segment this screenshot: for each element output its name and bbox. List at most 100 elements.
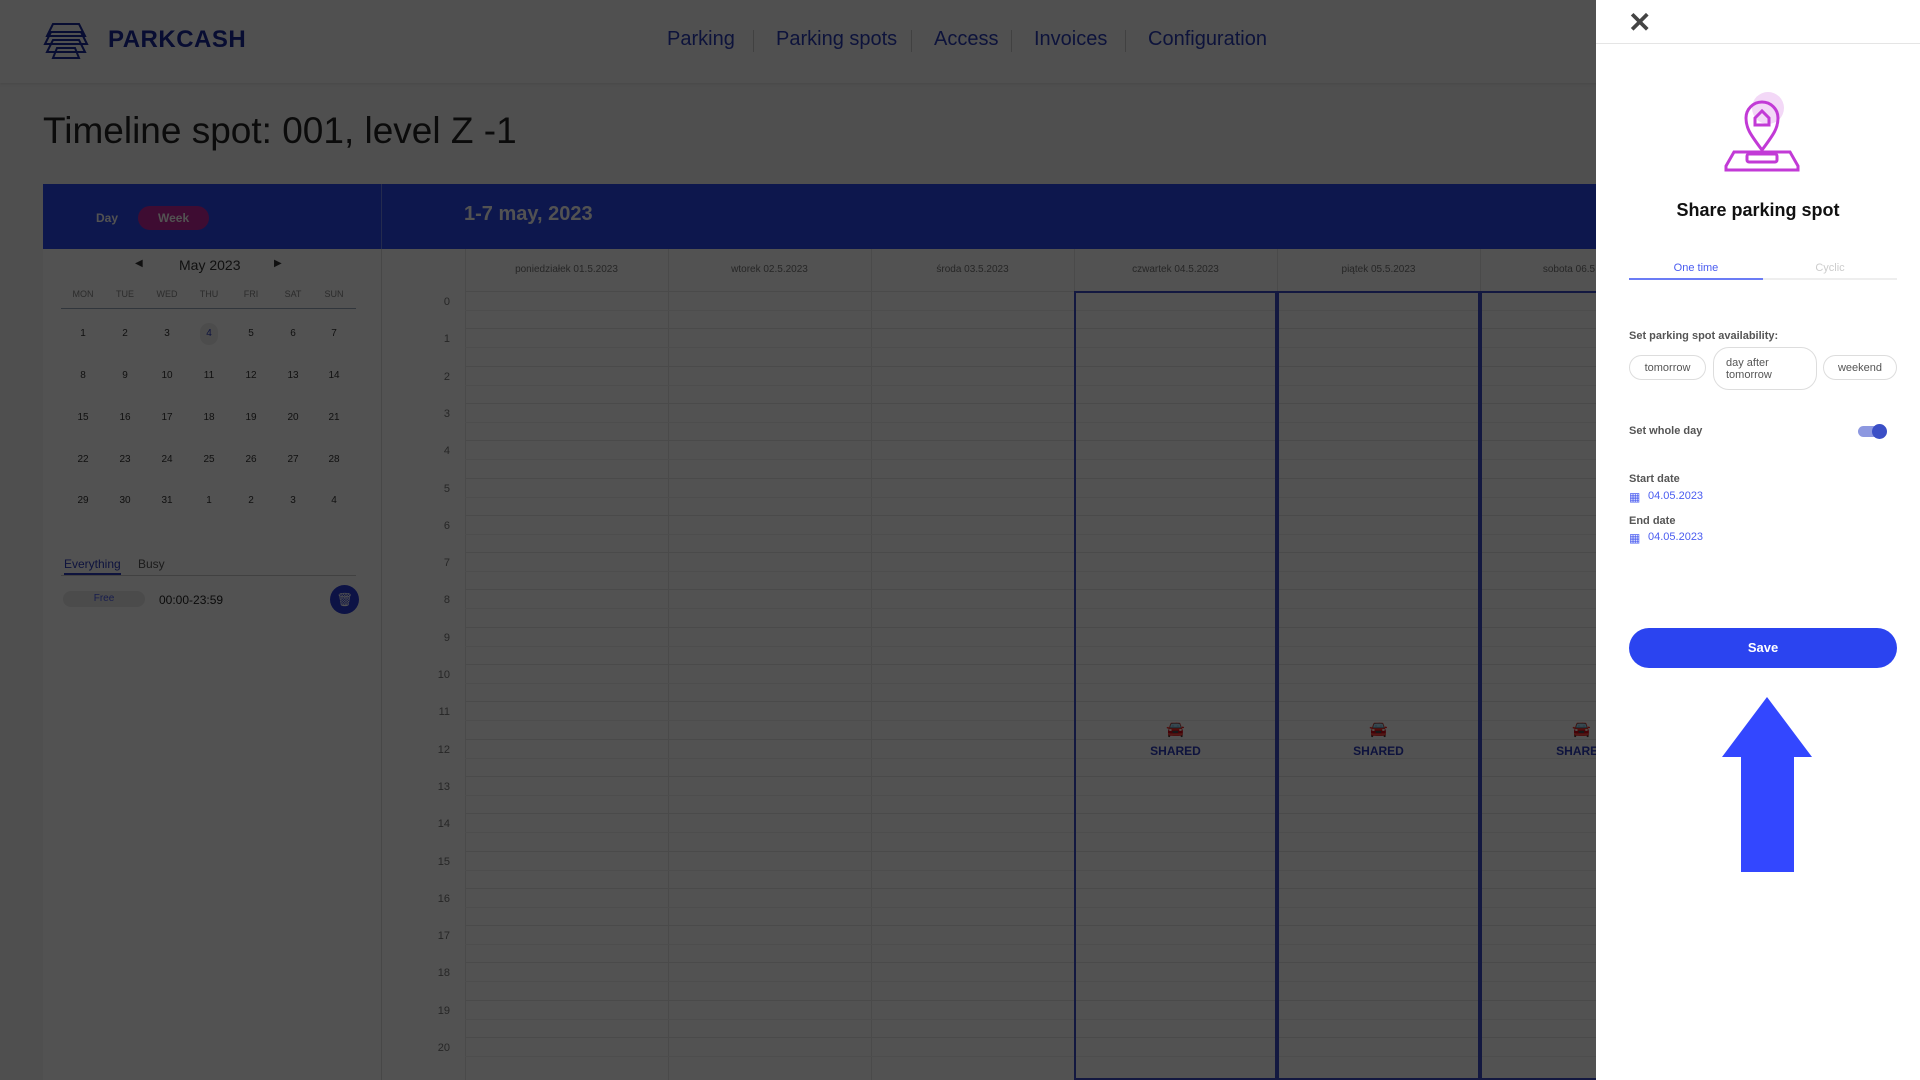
panel-title: Share parking spot [1676,200,1840,220]
calendar-day[interactable]: 12 [236,370,266,381]
calendar-day[interactable]: 20 [278,412,308,423]
day-column-header: piątek 05.5.2023 [1341,264,1416,275]
save-button[interactable]: Save [1629,628,1897,668]
day-view-button[interactable]: Day [76,206,138,230]
location-parking-icon [1724,92,1800,172]
nav-invoices[interactable]: Invoices [1034,28,1107,51]
end-date-value[interactable]: 04.05.2023 [1648,531,1703,543]
hour-label: 4 [443,445,450,458]
weekday-header: SUN [324,289,344,299]
calendar-day[interactable]: 3 [152,328,182,339]
calendar-day[interactable]: 9 [110,370,140,381]
calendar-icon[interactable]: ▦ [1629,490,1640,504]
calendar-day[interactable]: 27 [278,454,308,465]
timeline-header-band [43,184,1596,249]
availability-label: Set parking spot availability: [1629,330,1779,342]
day-column-header: sobota 06.5.2023 [1542,264,1596,275]
shared-label: SHARED [1556,744,1596,758]
tab-one-time[interactable]: One time [1629,262,1763,274]
nav-parking[interactable]: Parking [667,28,735,51]
calendar-icon[interactable]: ▦ [1629,531,1640,545]
chip-weekend[interactable]: weekend [1823,355,1897,380]
calendar-day[interactable]: 10 [152,370,182,381]
calendar-day[interactable]: 6 [278,328,308,339]
whole-day-toggle[interactable] [1858,424,1887,439]
slot-time: 00:00-23:59 [159,593,224,607]
top-header: PARKCASH Parking Parking spots Access In… [0,0,1596,83]
day-column-header: środa 03.5.2023 [936,264,1009,275]
day-column-header: czwartek 04.5.2023 [1132,264,1219,275]
calendar-day[interactable]: 2 [110,328,140,339]
calendar-day[interactable]: 18 [194,412,224,423]
hour-label: 17 [437,930,450,943]
whole-day-label: Set whole day [1629,425,1703,437]
parkcash-logo-icon [43,23,89,59]
calendar-day[interactable]: 4 [319,495,349,506]
calendar-day[interactable]: 25 [194,454,224,465]
calendar-day[interactable]: 1 [194,495,224,506]
weekday-header: TUE [116,289,134,299]
calendar-day[interactable]: 22 [68,454,98,465]
calendar-day[interactable]: 11 [194,370,224,381]
calendar-day[interactable]: 8 [68,370,98,381]
delete-icon[interactable]: 🗑 [330,585,359,614]
shared-label: SHARED [1150,744,1201,758]
hour-label: 9 [443,631,450,644]
calendar-day[interactable]: 23 [110,454,140,465]
nav-access[interactable]: Access [934,28,998,51]
tab-cyclic[interactable]: Cyclic [1763,262,1897,274]
date-range-label: 1-7 may, 2023 [464,203,593,225]
calendar-day[interactable]: 15 [68,412,98,423]
chip-tomorrow[interactable]: tomorrow [1629,355,1706,380]
calendar-day[interactable]: 24 [152,454,182,465]
hour-label: 2 [443,370,450,383]
start-date-label: Start date [1629,473,1680,485]
calendar-day[interactable]: 26 [236,454,266,465]
car-icon: 🚘 [1369,721,1388,738]
next-month-icon[interactable]: ▶ [274,258,282,269]
calendar-day[interactable]: 4 [194,328,224,339]
hour-label: 19 [437,1004,450,1017]
calendar-day[interactable]: 31 [152,495,182,506]
day-column-header: wtorek 02.5.2023 [731,264,808,275]
calendar-day[interactable]: 30 [110,495,140,506]
page-title: Timeline spot: 001, level Z -1 [43,110,517,151]
start-date-value[interactable]: 04.05.2023 [1648,490,1703,502]
tab-everything[interactable]: Everything [64,557,121,575]
calendar-day[interactable]: 1 [68,328,98,339]
hour-label: 11 [438,706,450,719]
prev-month-icon[interactable]: ◀ [135,258,143,269]
week-view-button[interactable]: Week [138,206,210,230]
tab-busy[interactable]: Busy [138,557,165,571]
calendar-day[interactable]: 17 [152,412,182,423]
hour-label: 15 [437,855,450,868]
shared-slot[interactable] [1074,291,1277,1080]
shared-slot[interactable] [1277,291,1480,1080]
shared-label: SHARED [1353,744,1404,758]
nav-parking-spots[interactable]: Parking spots [776,28,897,51]
calendar-day[interactable]: 16 [110,412,140,423]
calendar-day[interactable]: 13 [278,370,308,381]
calendar-day[interactable]: 3 [278,495,308,506]
dimmed-background-page[interactable]: PARKCASH Parking Parking spots Access In… [0,0,1596,1080]
day-column-header: poniedziałek 01.5.2023 [515,264,618,275]
calendar-day[interactable]: 21 [319,412,349,423]
calendar-day[interactable]: 5 [236,328,266,339]
brand-name: PARKCASH [108,26,247,53]
calendar-day[interactable]: 29 [68,495,98,506]
hour-label: 13 [437,780,450,793]
nav-configuration[interactable]: Configuration [1148,28,1267,51]
chip-day-after-tomorrow[interactable]: day after tomorrow [1713,347,1817,390]
hour-label: 14 [437,818,450,831]
shared-slot[interactable] [1480,291,1596,1080]
calendar-day[interactable]: 2 [236,495,266,506]
calendar-day[interactable]: 19 [236,412,266,423]
hour-label: 16 [437,892,450,905]
calendar-day[interactable]: 14 [319,370,349,381]
close-icon[interactable]: ✕ [1628,6,1651,39]
calendar-day[interactable]: 7 [319,328,349,339]
hour-label: 7 [443,557,450,570]
calendar-day[interactable]: 28 [319,454,349,465]
end-date-label: End date [1629,515,1676,527]
hour-label: 20 [437,1042,450,1054]
